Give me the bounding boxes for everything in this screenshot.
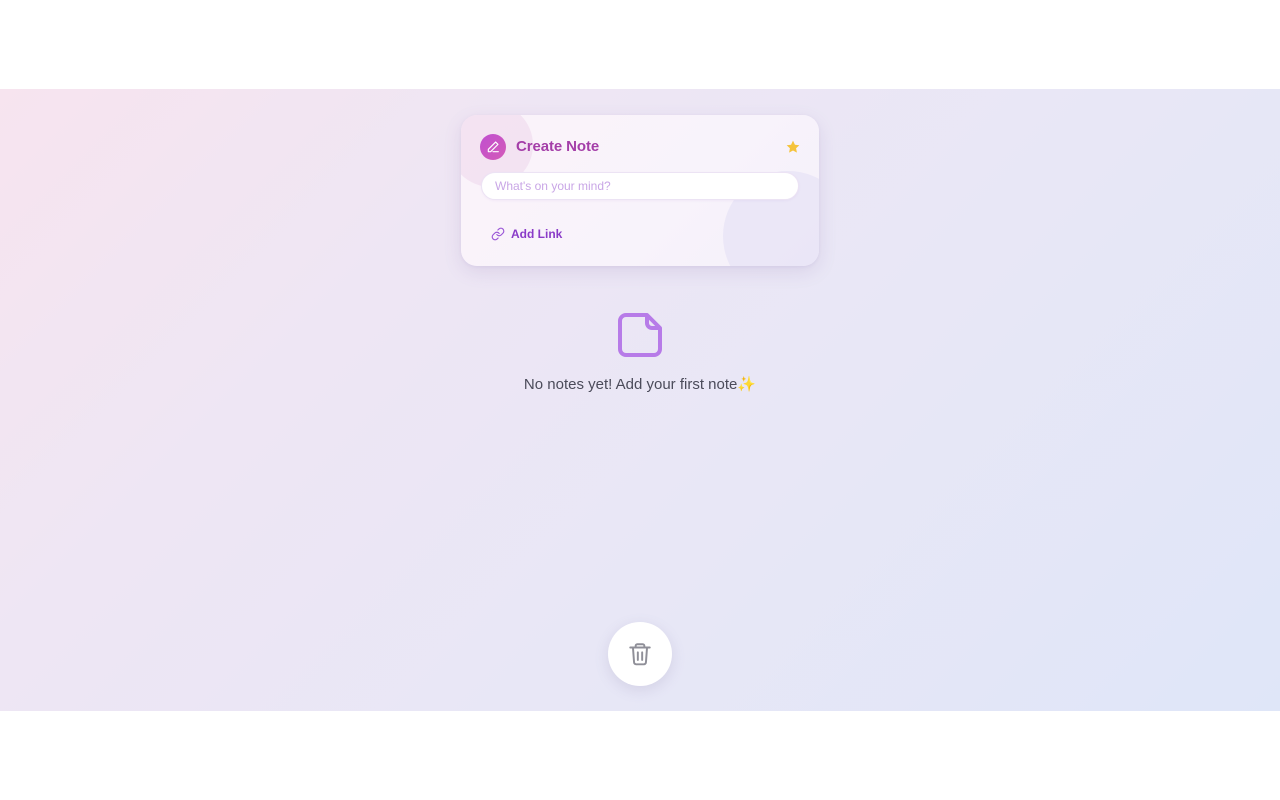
- note-input[interactable]: [481, 172, 799, 200]
- star-icon[interactable]: [785, 139, 801, 155]
- empty-state-message: No notes yet! Add your first note✨: [523, 376, 757, 393]
- link-icon: [491, 227, 505, 241]
- trash-button[interactable]: [608, 622, 672, 686]
- create-note-card: Create Note Add Link: [461, 115, 819, 266]
- card-title: Create Note: [516, 138, 600, 155]
- app-background: Create Note Add Link No notes yet! Add y…: [0, 89, 1280, 711]
- add-link-button[interactable]: Add Link: [491, 225, 562, 243]
- pen-icon: [480, 134, 506, 160]
- note-icon: [618, 313, 662, 357]
- trash-icon: [629, 643, 651, 666]
- add-link-label: Add Link: [511, 227, 563, 241]
